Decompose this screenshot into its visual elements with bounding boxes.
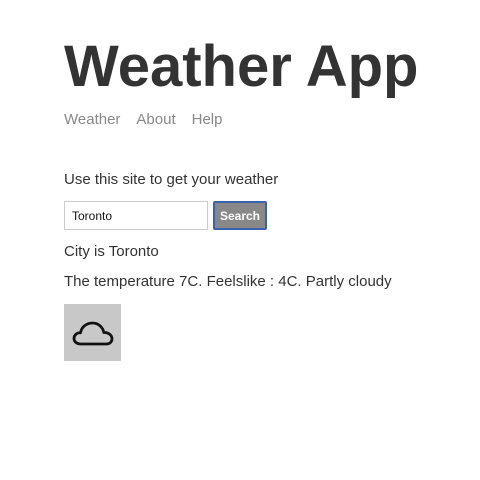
search-input[interactable] [64, 201, 208, 230]
nav-link-help[interactable]: Help [192, 111, 223, 129]
intro-text: Use this site to get your weather [64, 171, 279, 188]
nav-link-weather[interactable]: Weather [64, 111, 120, 129]
cloud-icon [72, 321, 113, 345]
page: Weather App Weather About Help Use this … [0, 0, 480, 480]
nav-link-about[interactable]: About [136, 111, 175, 129]
forecast-text: The temperature 7C. Feelslike : 4C. Part… [64, 273, 392, 290]
weather-icon-box [64, 304, 121, 361]
app-title: Weather App [64, 34, 419, 99]
city-text: City is Toronto [64, 243, 159, 260]
search-button[interactable]: Search [213, 201, 267, 230]
nav-bar: Weather About Help [64, 111, 222, 129]
search-form: Search [64, 201, 267, 230]
